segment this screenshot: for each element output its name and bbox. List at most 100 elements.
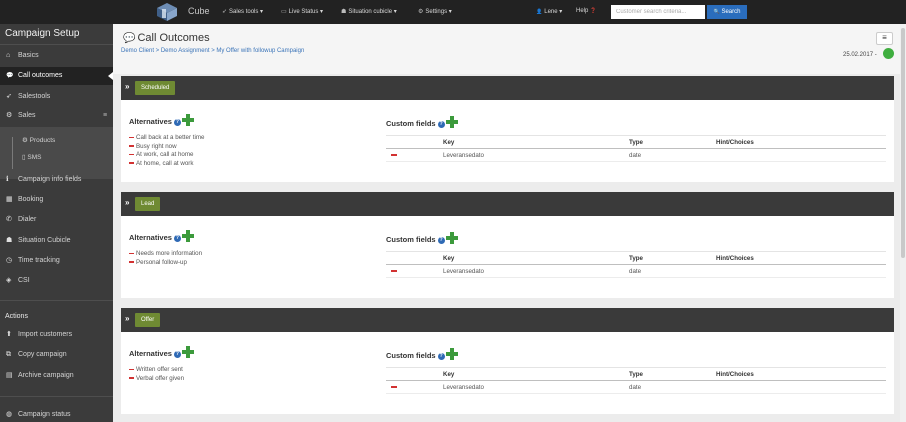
column-header: Type <box>629 367 716 381</box>
sidebar-divider <box>0 300 113 301</box>
sidebar-divider <box>0 396 113 397</box>
dashboard-icon: ◍ <box>6 411 13 418</box>
user-menu[interactable]: 👤 Lene ▾ <box>536 8 562 15</box>
sidebar-item-situation-cubicle[interactable]: ☗ Situation Cubicle <box>0 232 113 250</box>
add-custom-field-plus-icon[interactable] <box>445 348 458 360</box>
help-icon[interactable]: ? <box>173 234 181 242</box>
add-custom-field-plus-icon[interactable] <box>445 232 458 244</box>
sidebar-item-dialer[interactable]: ✆ Dialer <box>0 211 113 229</box>
mobile-icon: ▯ <box>22 154 26 161</box>
search-button[interactable]: 🔍 Search <box>707 5 747 19</box>
help-icon[interactable]: ? <box>173 350 181 358</box>
breadcrumb[interactable]: Demo Client > Demo Assignment > My Offer… <box>121 48 304 54</box>
nav-situation-cubicle[interactable]: ☗ Situation cubicle ▾ <box>341 8 397 15</box>
outcome-panel-offer: » Offer Alternatives? Written offer sent… <box>121 308 894 414</box>
expand-chevron-icon[interactable]: » <box>125 198 129 207</box>
list-item: At home, call at work <box>129 160 204 169</box>
alternatives-list: Needs more information Personal follow-u… <box>129 250 202 267</box>
hint-cell <box>716 264 886 278</box>
add-alternative-plus-icon[interactable] <box>181 114 194 126</box>
table-header-row: Key Type Hint/Choices <box>386 367 886 381</box>
alternatives-title: Alternatives? <box>129 346 194 360</box>
list-item: Busy right now <box>129 143 204 152</box>
monitor-icon: ▭ <box>281 9 287 15</box>
add-alternative-plus-icon[interactable] <box>181 230 194 242</box>
remove-minus-icon[interactable] <box>129 368 134 370</box>
campaign-status-button[interactable]: ◍ Campaign status <box>0 406 113 422</box>
archive-campaign-button[interactable]: ▤ Archive campaign <box>0 367 113 385</box>
sidebar-item-campaign-info-fields[interactable]: ℹ Campaign info fields <box>0 171 113 189</box>
users-icon: ☗ <box>341 9 347 15</box>
expand-chevron-icon[interactable]: » <box>125 82 129 91</box>
comments-icon: 💬 <box>6 73 14 79</box>
nav-sales-tools[interactable]: ➶ Sales tools ▾ <box>222 8 263 15</box>
remove-minus-icon[interactable] <box>129 261 134 263</box>
remove-minus-icon[interactable] <box>129 377 134 379</box>
remove-minus-icon[interactable] <box>129 136 134 138</box>
copy-campaign-button[interactable]: ⧉ Copy campaign <box>0 346 113 364</box>
alternatives-list: Written offer sent Verbal offer given <box>129 366 184 383</box>
sidebar-item-basics[interactable]: ⌂ Basics <box>0 47 113 65</box>
column-header: Hint/Choices <box>716 135 886 149</box>
help-icon[interactable]: ? <box>437 352 445 360</box>
outcome-panel-scheduled: » Scheduled Alternatives? Call back at a… <box>121 76 894 182</box>
home-icon: ⌂ <box>6 52 11 59</box>
table-header-row: Key Type Hint/Choices <box>386 251 886 265</box>
sidebar-item-csi[interactable]: ◈ CSI <box>0 272 113 290</box>
rocket-icon: ➶ <box>222 9 228 15</box>
add-custom-field-plus-icon[interactable] <box>445 116 458 128</box>
remove-minus-icon[interactable] <box>129 153 134 155</box>
group-icon: ☗ <box>6 237 13 244</box>
remove-minus-icon[interactable] <box>129 145 134 147</box>
alternatives-title: Alternatives? <box>129 114 194 128</box>
sidebar-item-call-outcomes[interactable]: 💬 Call outcomes <box>0 67 113 85</box>
comments-icon: 💬 <box>123 33 136 44</box>
remove-minus-icon[interactable] <box>129 252 134 254</box>
scrollbar-thumb[interactable] <box>901 28 905 258</box>
panel-header: » Lead <box>121 192 894 216</box>
status-indicator-icon <box>883 48 894 59</box>
sidebar-divider <box>0 44 113 45</box>
list-item: Written offer sent <box>129 366 184 375</box>
sidebar-item-booking[interactable]: ▦ Booking <box>0 191 113 209</box>
sidebar-item-products[interactable]: ⚙ Products <box>22 136 55 144</box>
table-header-row: Key Type Hint/Choices <box>386 135 886 149</box>
column-header: Key <box>443 367 629 381</box>
column-header: Hint/Choices <box>716 251 886 265</box>
brand-name[interactable]: Cube <box>188 6 210 16</box>
cogs-icon: ⚙ <box>22 137 28 144</box>
sidebar-item-time-tracking[interactable]: ◷ Time tracking <box>0 252 113 270</box>
outcome-panel-lead: » Lead Alternatives? Needs more informat… <box>121 192 894 298</box>
help-icon[interactable]: ? <box>173 118 181 126</box>
help-icon[interactable]: ? <box>437 236 445 244</box>
remove-minus-icon[interactable] <box>391 154 397 156</box>
table-row: Leveransedato date <box>386 264 886 278</box>
outcome-badge[interactable]: Offer <box>135 313 161 327</box>
sidebar-item-sms[interactable]: ▯ SMS <box>22 153 41 161</box>
outcome-badge[interactable]: Scheduled <box>135 81 176 95</box>
custom-fields-table: Key Type Hint/Choices Leveransedato date <box>386 367 886 394</box>
menu-button[interactable]: ≡ <box>876 32 893 45</box>
help-menu[interactable]: Help ❓ <box>576 8 596 14</box>
sidebar-item-sales[interactable]: ⚙ Sales <box>0 107 113 125</box>
remove-minus-icon[interactable] <box>391 270 397 272</box>
help-icon[interactable]: ? <box>437 120 445 128</box>
remove-minus-icon[interactable] <box>129 162 134 164</box>
custom-fields-title: Custom fields? <box>386 116 458 130</box>
outcome-badge[interactable]: Lead <box>135 197 161 211</box>
add-alternative-plus-icon[interactable] <box>181 346 194 358</box>
nav-settings[interactable]: ⚙ Settings ▾ <box>418 8 452 15</box>
submenu-tree-line <box>12 137 13 169</box>
import-customers-button[interactable]: ⬆ Import customers <box>0 326 113 344</box>
column-header: Type <box>629 251 716 265</box>
remove-minus-icon[interactable] <box>391 386 397 388</box>
cube-logo-icon[interactable] <box>156 2 178 22</box>
alternatives-title: Alternatives? <box>129 230 194 244</box>
expand-chevron-icon[interactable]: » <box>125 314 129 323</box>
sidebar-item-salestools[interactable]: ➶ Salestools <box>0 88 113 106</box>
nav-live-status[interactable]: ▭ Live Status ▾ <box>281 8 323 15</box>
sales-menu-icon[interactable]: ≡ <box>103 112 107 119</box>
customer-search-input[interactable] <box>611 5 705 19</box>
hamburger-icon: ≡ <box>882 33 887 42</box>
column-header: Key <box>443 135 629 149</box>
